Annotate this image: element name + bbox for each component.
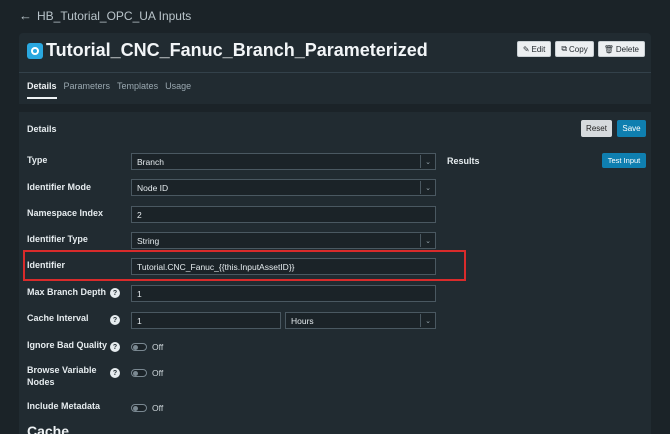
cache-interval-value: 1 (137, 315, 142, 326)
cache-section-heading: Cache (27, 423, 70, 434)
help-icon[interactable]: ? (110, 368, 120, 378)
identifier-label: Identifier (27, 260, 66, 270)
trash-icon: 🗑 (603, 44, 614, 54)
include-metadata-label: Include Metadata (27, 401, 101, 411)
test-input-button[interactable]: Test Input (602, 153, 646, 168)
chevron-down-icon: ⌄ (420, 181, 435, 194)
details-panel: Details Reset Save Type Branch ⌄ Results… (19, 112, 651, 434)
ignore-bad-quality-state: Off (152, 342, 164, 352)
type-select-value: Branch (137, 156, 164, 167)
results-label: Results (447, 156, 480, 166)
include-metadata-toggle[interactable]: Off (131, 403, 163, 413)
browse-variable-nodes-label-line1: Browse Variable (27, 365, 97, 375)
tab-bar: Details Parameters Templates Usage (27, 81, 191, 99)
namespace-index-value: 2 (137, 209, 142, 220)
browse-variable-nodes-toggle[interactable]: Off (131, 368, 163, 378)
tab-parameters[interactable]: Parameters (64, 81, 111, 99)
chevron-down-icon: ⌄ (420, 234, 435, 247)
header-card: Tutorial_CNC_Fanuc_Branch_Parameterized … (19, 33, 651, 104)
cache-interval-unit-value: Hours (291, 315, 314, 326)
identifier-value: Tutorial.CNC_Fanuc_{{this.InputAssetID}} (137, 261, 295, 272)
cache-interval-label: Cache Interval (27, 313, 89, 323)
type-select[interactable]: Branch ⌄ (131, 153, 436, 170)
copy-button[interactable]: ⧉ Copy (555, 41, 594, 57)
identifier-input[interactable]: Tutorial.CNC_Fanuc_{{this.InputAssetID}} (131, 258, 436, 275)
help-icon[interactable]: ? (110, 315, 120, 325)
tab-usage[interactable]: Usage (165, 81, 191, 99)
header-divider (19, 72, 651, 73)
reset-button[interactable]: Reset (581, 120, 612, 137)
back-link[interactable]: ← HB_Tutorial_OPC_UA Inputs (19, 8, 191, 23)
chevron-down-icon: ⌄ (420, 155, 435, 168)
pencil-icon: ✎ (522, 44, 530, 54)
toggle-track (131, 369, 147, 377)
namespace-index-input[interactable]: 2 (131, 206, 436, 223)
max-branch-depth-input[interactable]: 1 (131, 285, 436, 302)
identifier-mode-label: Identifier Mode (27, 182, 92, 192)
identifier-type-label: Identifier Type (27, 234, 88, 244)
ignore-bad-quality-toggle[interactable]: Off (131, 342, 163, 352)
namespace-index-label: Namespace Index (27, 208, 104, 218)
identifier-type-value: String (137, 235, 160, 246)
browse-variable-nodes-state: Off (152, 368, 164, 378)
copy-icon: ⧉ (561, 44, 568, 53)
delete-button[interactable]: 🗑 Delete (597, 41, 645, 57)
asset-icon (27, 43, 43, 59)
save-button[interactable]: Save (617, 120, 646, 137)
page-title: Tutorial_CNC_Fanuc_Branch_Parameterized (46, 40, 428, 60)
type-label: Type (27, 155, 48, 165)
edit-button-label: Edit (531, 44, 546, 54)
chevron-down-icon: ⌄ (420, 314, 435, 327)
browse-variable-nodes-label-line2: Nodes (27, 377, 55, 387)
max-branch-depth-value: 1 (137, 288, 142, 299)
cache-interval-input[interactable]: 1 (131, 312, 281, 329)
toggle-track (131, 404, 147, 412)
help-icon[interactable]: ? (110, 288, 120, 298)
identifier-type-select[interactable]: String ⌄ (131, 232, 436, 249)
browse-variable-nodes-label: Browse Variable Nodes (27, 364, 97, 388)
include-metadata-state: Off (152, 403, 164, 413)
header-actions: ✎ Edit ⧉ Copy 🗑 Delete (516, 41, 645, 57)
tab-templates[interactable]: Templates (117, 81, 158, 99)
cache-interval-unit-select[interactable]: Hours ⌄ (285, 312, 436, 329)
tab-details[interactable]: Details (27, 81, 57, 99)
identifier-mode-value: Node ID (137, 182, 169, 193)
copy-button-label: Copy (569, 44, 588, 54)
max-branch-depth-label: Max Branch Depth (27, 287, 107, 297)
delete-button-label: Delete (615, 44, 639, 54)
edit-button[interactable]: ✎ Edit (516, 41, 552, 57)
help-icon[interactable]: ? (110, 342, 120, 352)
back-link-label: HB_Tutorial_OPC_UA Inputs (37, 8, 192, 23)
arrow-left-icon: ← (19, 8, 32, 23)
panel-title: Details (27, 124, 57, 134)
identifier-mode-select[interactable]: Node ID ⌄ (131, 179, 436, 196)
toggle-track (131, 343, 147, 351)
ignore-bad-quality-label: Ignore Bad Quality (27, 340, 108, 350)
